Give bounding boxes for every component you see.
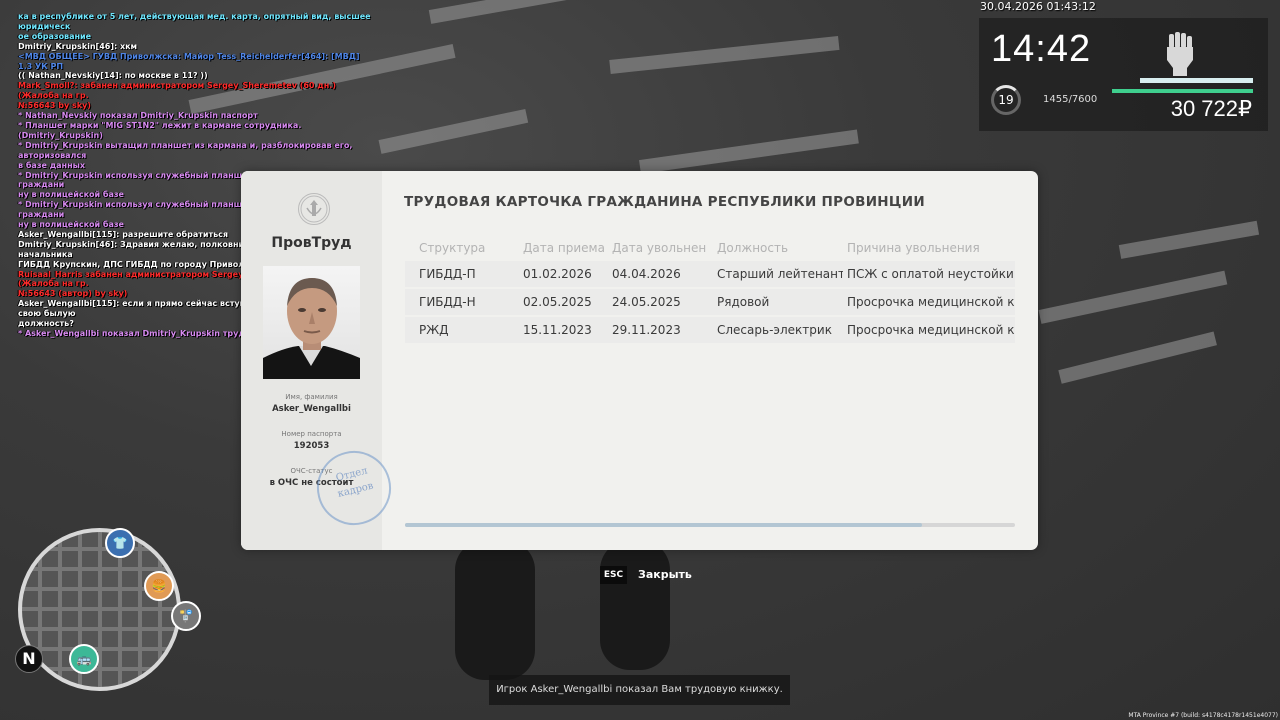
profile-sidebar: ПровТруд Имя, фамилия Asker_Wengallbi Но… [241,171,399,550]
chat-line: Dmitriy_Krupskin[46]: хкм [18,41,138,51]
bus-icon: 🚌 [69,644,99,674]
player-level: 19 [998,93,1014,107]
road-marking [639,129,859,174]
table-header: Структура Дата приема Дата увольнения До… [405,239,1015,257]
player-character [455,540,535,680]
road-marking [1118,220,1260,259]
structure-cell: ГИБДД-П [419,267,476,281]
reason-cell: Просрочка медицинской карт [847,295,1015,309]
notification-toast: Игрок Asker_Wengallbi показал Вам трудов… [489,675,790,705]
passport-number: 192053 [293,441,330,451]
close-button[interactable]: Закрыть [638,566,692,584]
bus-stop-icon: 🚏 [171,601,201,631]
table-row: РЖД 15.11.2023 29.11.2023 Слесарь-электр… [405,317,1015,343]
employment-record-window: ПровТруд Имя, фамилия Asker_Wengallbi Но… [241,171,1038,550]
column-header: Причина увольнения [847,241,980,255]
hire-date-cell: 02.05.2025 [523,295,592,309]
fist-icon [1167,32,1193,76]
column-header: Дата увольнения [612,241,706,255]
hr-stamp: Отдел кадров [309,443,399,533]
chat-line: * Nathan_Nevskiy показал Dmitriy_Krupski… [18,111,258,121]
reason-cell: ПСЖ с оплатой неустойки (1/ [847,267,1015,281]
chat-line: <МВД ОБЩЕЕ> ГУВД Приволжска: Майор Tess_… [18,51,360,71]
name-label: Имя, фамилия [285,393,338,401]
position-cell: Старший лейтенант [717,267,843,281]
table-row: ГИБДД-П 01.02.2026 04.04.2026 Старший ле… [405,261,1015,287]
dismissal-date-cell: 24.05.2025 [612,295,681,309]
minimap [18,528,181,691]
clothes-shop-icon: 👕 [105,528,135,558]
reason-cell: Просрочка медицинской карты [847,323,1015,337]
structure-cell: РЖД [419,323,449,337]
column-header: Должность [717,241,789,255]
esc-key-hint[interactable]: ESC [600,566,627,584]
date-time: 30.04.2026 01:43:12 [980,0,1096,13]
food-icon: 🍔 [144,571,174,601]
dismissal-date-cell: 04.04.2026 [612,267,681,281]
dismissal-date-cell: 29.11.2023 [612,323,681,337]
column-header: Дата приема [523,241,605,255]
chat-line: ка в республике от 5 лет, действующая ме… [18,12,371,31]
road-marking [428,0,629,24]
chat-line: №56643 by sky) [18,101,91,111]
hire-date-cell: 15.11.2023 [523,323,592,337]
chat-line: * Планшет марки "MIG ST1N2" лежит в карм… [18,120,302,140]
position-cell: Рядовой [717,295,770,309]
armor-bar [1112,89,1253,93]
hire-date-cell: 01.02.2026 [523,267,592,281]
game-clock: 14:42 [991,28,1092,70]
chat-line: (( Nathan_Nevskiy[14]: по москве в 11? )… [18,71,208,81]
road-marking [1038,270,1228,324]
chat-line: * Dmitriy_Krupskin вытащил планшет из ка… [18,140,353,160]
position-cell: Слесарь-электрик [717,323,832,337]
hud-panel: 14:42 19 1455/7600 30 722₽ [979,18,1268,131]
north-indicator: N [15,645,43,673]
road-marking [609,35,840,74]
column-header: Структура [419,241,486,255]
road-marking [378,108,529,154]
chat-line: ое образование [18,31,92,41]
money-display: 30 722₽ [1170,96,1252,121]
structure-cell: ГИБДД-Н [419,295,476,309]
experience-counter: 1455/7600 [1043,94,1098,105]
employment-table[interactable]: Структура Дата приема Дата увольнения До… [405,235,1015,355]
build-info: MTA Province #7 (build: s4178c4178r1451e… [1128,712,1278,719]
emblem-icon [298,193,330,225]
player-character [600,540,670,670]
passport-label: Номер паспорта [281,430,342,438]
organization-name: ПровТруд [271,235,352,251]
horizontal-scrollbar[interactable] [405,523,1015,527]
scrollbar-thumb[interactable] [405,523,922,527]
chat-line: в базе данных [18,160,85,170]
table-row: ГИБДД-Н 02.05.2025 24.05.2025 Рядовой Пр… [405,289,1015,315]
health-bar [1140,78,1253,83]
card-title: ТРУДОВАЯ КАРТОЧКА ГРАЖДАНИНА РЕСПУБЛИКИ … [404,194,925,210]
citizen-name: Asker_Wengallbi [272,404,351,414]
chat-line: Mark_Smoll?: забанен администратором Ser… [18,81,336,101]
citizen-photo [263,266,360,379]
road-marking [1058,331,1217,384]
